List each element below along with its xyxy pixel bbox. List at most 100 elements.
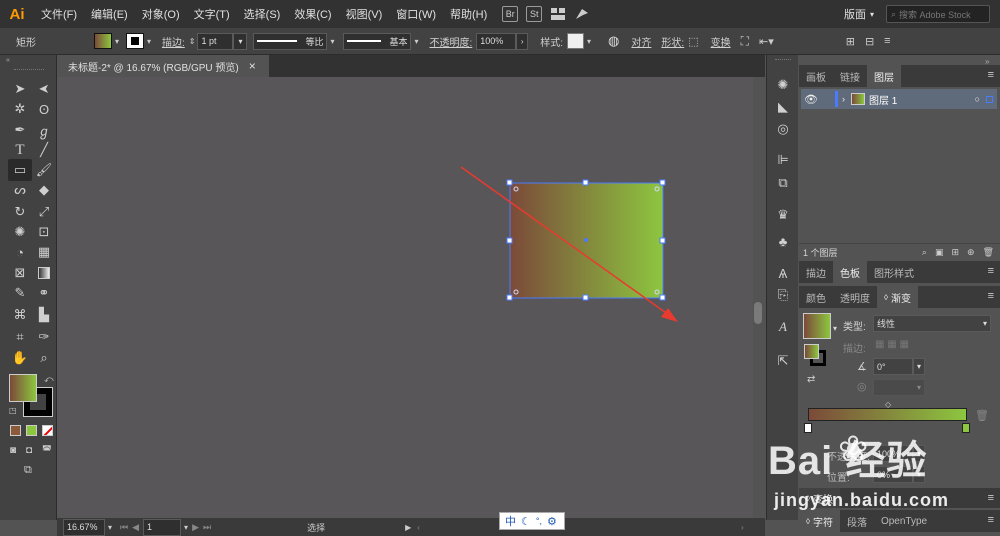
tab-transparency[interactable]: 透明度 [833,286,877,308]
angle-dropdown[interactable]: ▾ [913,358,925,375]
scroll-right-icon[interactable]: › [741,523,744,532]
prev-artboard-icon[interactable]: ◀ [132,522,139,533]
asset-export-icon[interactable]: ⎘ [775,287,791,303]
location-field[interactable]: 0% [873,466,913,483]
opacity-dropdown[interactable]: ▾ [913,445,925,462]
warp-tool-icon[interactable]: ✺ [10,222,30,242]
scroll-left-icon[interactable]: ‹ [417,523,420,532]
stroke-swatch[interactable] [126,33,144,49]
shape-label[interactable]: 形状: [661,34,684,49]
tab-stroke[interactable]: 描边 [799,261,833,283]
scrollbar-thumb[interactable] [754,302,762,324]
panel-options-icon[interactable]: ⊟ [865,35,874,48]
angle-field[interactable]: 0° [873,358,913,375]
paintbrush-icon[interactable]: 🖌 [34,160,54,180]
rotate-tool-icon[interactable]: ↻ [10,202,30,222]
artboard-number-field[interactable]: 1 [143,518,182,536]
gpu-performance-icon[interactable] [574,6,590,22]
eraser-icon[interactable]: ◆ [34,180,54,200]
bridge-icon[interactable]: Br [502,6,519,22]
new-layer-icon[interactable]: ⊕ [967,247,975,258]
zoom-tool-icon[interactable]: ⌕ [34,348,54,368]
gradient-stop-start[interactable] [804,423,812,433]
artboard-canvas[interactable] [57,77,763,518]
variable-width-profile[interactable]: 等比 [253,32,328,50]
stroke-label[interactable]: 描边: [162,34,185,49]
new-sublayer-icon[interactable]: ⊞ [951,247,959,258]
artboard-tool-icon[interactable]: ⌗ [10,327,30,347]
gradient-tool-icon[interactable] [34,263,54,283]
none-mode-button[interactable] [42,425,53,436]
chevron-down-icon[interactable]: ▾ [108,523,112,532]
brush-definition[interactable]: 基本 [343,32,412,50]
symbols-icon[interactable]: ♣ [775,233,791,249]
rectangle-tool-icon[interactable]: ▭ [8,159,32,181]
selection-tool-icon[interactable]: ➤ [10,79,30,99]
menu-effect[interactable]: 效果(C) [287,6,338,22]
menu-file[interactable]: 文件(F) [34,6,84,22]
reverse-gradient-icon[interactable]: ⇄ [807,374,815,385]
glyphs-icon[interactable]: A [775,319,791,335]
collapse-handle[interactable]: « [6,57,10,64]
expand-arrow-icon[interactable]: › [842,94,845,104]
panel-grip[interactable] [14,69,44,71]
panel-menu-icon[interactable]: ≡ [988,265,994,277]
layer-row[interactable]: 👁 › 图层 1 ○ [801,89,997,109]
first-artboard-icon[interactable]: ⏮ [120,522,128,533]
panel-menu-icon[interactable]: ≡ [988,514,994,526]
shaper-tool-icon[interactable]: ᔕ [10,180,30,200]
symbol-sprayer-icon[interactable]: ⌘ [10,305,30,325]
ime-toolbar[interactable]: 中 ☾ °, ⚙ [499,512,565,530]
punctuation-icon[interactable]: °, [536,516,542,526]
chevron-down-icon[interactable]: ▾ [411,37,421,46]
layer-name[interactable]: 图层 1 [869,92,897,107]
close-icon[interactable]: × [249,59,256,73]
mesh-tool-icon[interactable]: ⊠ [10,263,30,283]
locate-object-icon[interactable]: ⌕ [922,247,927,258]
draw-normal-icon[interactable]: ◙ [10,445,16,456]
tab-paragraph[interactable]: 段落 [840,510,874,532]
panel-grip[interactable] [775,59,791,60]
menu-help[interactable]: 帮助(H) [443,6,494,22]
chevron-down-icon[interactable]: ▾ [327,37,337,46]
panel-menu-icon[interactable]: ≡ [988,290,994,302]
distribute-icon[interactable]: ⊞ [846,35,855,48]
tab-opentype[interactable]: OpenType [874,510,934,532]
draw-behind-icon[interactable]: ◘ [26,445,32,456]
eyedropper-icon[interactable]: ✎ [10,283,30,303]
tab-artboards[interactable]: 画板 [799,65,833,87]
chevron-down-icon[interactable]: ▾ [184,523,188,532]
opacity-field[interactable]: 100% [873,445,913,462]
fill-color-box[interactable] [9,374,37,402]
tab-layers[interactable]: 图层 [867,65,901,87]
opacity-dropdown[interactable]: › [516,32,529,50]
direct-selection-tool-icon[interactable]: ➤ [34,79,54,99]
panel-menu-icon[interactable]: ≡ [988,492,994,504]
export-icon[interactable]: ⇱ [775,353,791,369]
chevron-down-icon[interactable]: ▾ [584,37,594,46]
screen-mode-icon[interactable]: ⧉ [24,464,32,477]
chevron-down-icon[interactable]: ▾ [144,37,154,46]
menu-object[interactable]: 对象(O) [135,6,187,22]
zoom-field[interactable]: 16.67% [63,518,105,536]
last-artboard-icon[interactable]: ⏭ [203,522,211,533]
panel-menu-icon[interactable]: ≡ [988,69,994,81]
menu-view[interactable]: 视图(V) [339,6,390,22]
type-tool-icon[interactable]: T [10,140,30,160]
document-tab[interactable]: 未标题-2* @ 16.67% (RGB/GPU 预览) × [57,55,269,77]
align-icon[interactable]: ⊫ [775,152,791,168]
make-clipping-mask-icon[interactable]: ▣ [935,247,944,258]
delete-stop-icon[interactable]: 🗑 [975,409,989,422]
chevron-down-icon[interactable]: ▾ [833,324,837,333]
menu-window[interactable]: 窗口(W) [389,6,443,22]
workspace-switcher[interactable]: 版面 [844,6,866,22]
menu-type[interactable]: 文字(T) [187,6,237,22]
stroke-weight-dropdown[interactable]: ▾ [233,32,248,50]
menu-icon[interactable]: ≡ [884,35,890,47]
graphic-style-swatch[interactable] [567,33,585,49]
tab-character[interactable]: ◊ 字符 [799,510,840,532]
visibility-eye-icon[interactable]: 👁 [801,93,821,106]
swap-fill-stroke-icon[interactable]: ⤺ [44,374,54,385]
vertical-scrollbar[interactable] [753,77,763,518]
delete-icon[interactable]: 🗑 [983,247,994,258]
